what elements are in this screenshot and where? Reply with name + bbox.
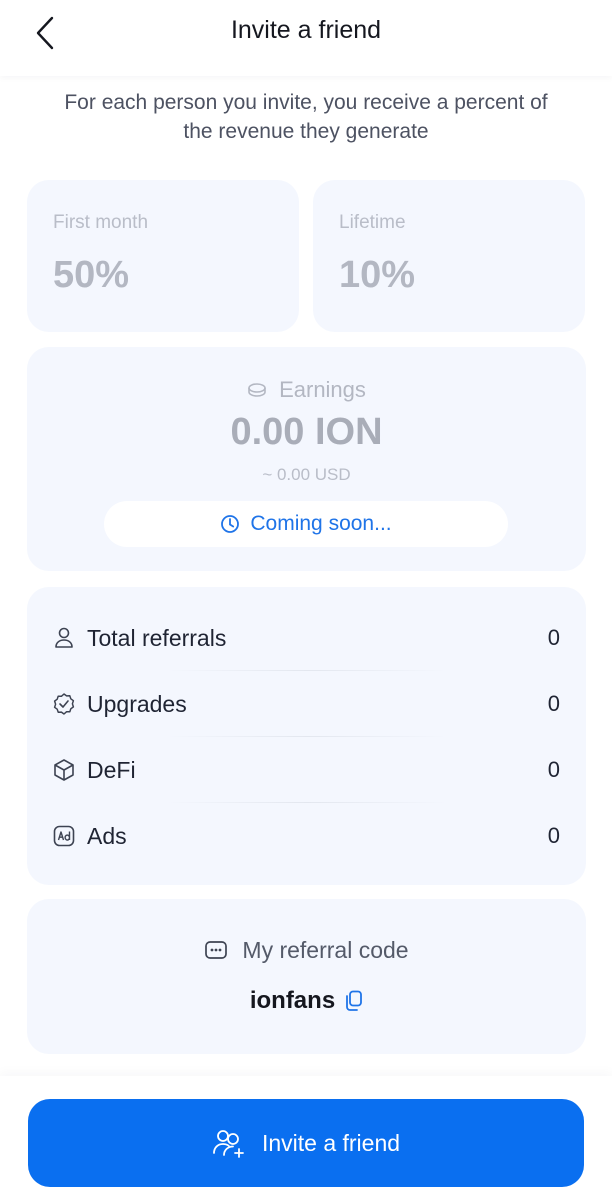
lifetime-value: 10%: [339, 254, 416, 296]
referral-code-row: ionfans: [27, 987, 586, 1015]
stat-label: Upgrades: [87, 690, 187, 717]
referral-code-label: My referral code: [242, 937, 409, 963]
clock-icon: [221, 515, 240, 533]
earnings-usd: ~ 0.00 USD: [262, 465, 351, 484]
stat-value: 0: [547, 691, 560, 716]
earnings-label: Earnings: [279, 377, 366, 402]
earnings-card: Earnings 0.00 ION ~ 0.00 USD Coming soon…: [27, 347, 586, 571]
earnings-value: 0.00 ION: [230, 411, 383, 453]
first-month-label: First month: [53, 212, 149, 233]
user-icon: [51, 625, 77, 651]
stat-value: 0: [547, 757, 560, 782]
intro-text: For each person you invite, you receive …: [64, 91, 548, 143]
stat-label: DeFi: [87, 756, 136, 783]
stat-row-total-referrals: Total referrals 0: [27, 605, 586, 671]
stat-label: Ads: [87, 822, 127, 849]
invite-friend-button[interactable]: Invite a friend: [28, 1099, 584, 1187]
stat-label: Total referrals: [87, 624, 227, 651]
ad-icon: [51, 823, 77, 849]
stat-value: 0: [547, 823, 560, 848]
copy-button[interactable]: [345, 990, 363, 1012]
coming-soon-label: Coming soon...: [250, 512, 392, 535]
referral-code-value[interactable]: ionfans: [250, 987, 335, 1015]
cube-icon: [51, 757, 77, 783]
coin-icon: [248, 383, 266, 397]
stat-row-ads: Ads 0: [27, 803, 586, 869]
first-month-value: 50%: [53, 254, 130, 296]
page-title: Invite a friend: [230, 16, 382, 44]
top-bar: Invite a friend: [0, 0, 612, 76]
copy-icon: [346, 990, 363, 1011]
coming-soon-button[interactable]: Coming soon...: [104, 501, 508, 547]
invite-friend-label: Invite a friend: [261, 1129, 401, 1156]
chat-dots-icon: [205, 940, 228, 959]
badge-check-icon: [51, 691, 77, 717]
first-month-card: First month 50%: [27, 180, 299, 332]
referral-code-heading: My referral code: [27, 937, 586, 964]
stat-value: 0: [547, 625, 560, 650]
referral-stats-card: Total referrals 0 Upgrades 0 DeFi 0 Ads …: [27, 587, 586, 885]
lifetime-label: Lifetime: [339, 212, 406, 233]
users-plus-icon: [213, 1130, 244, 1158]
lifetime-card: Lifetime 10%: [313, 180, 585, 332]
stat-row-upgrades: Upgrades 0: [27, 671, 586, 737]
earnings-heading: Earnings: [27, 377, 586, 403]
referral-code-card: My referral code ionfans: [27, 899, 586, 1054]
stat-row-defi: DeFi 0: [27, 737, 586, 803]
